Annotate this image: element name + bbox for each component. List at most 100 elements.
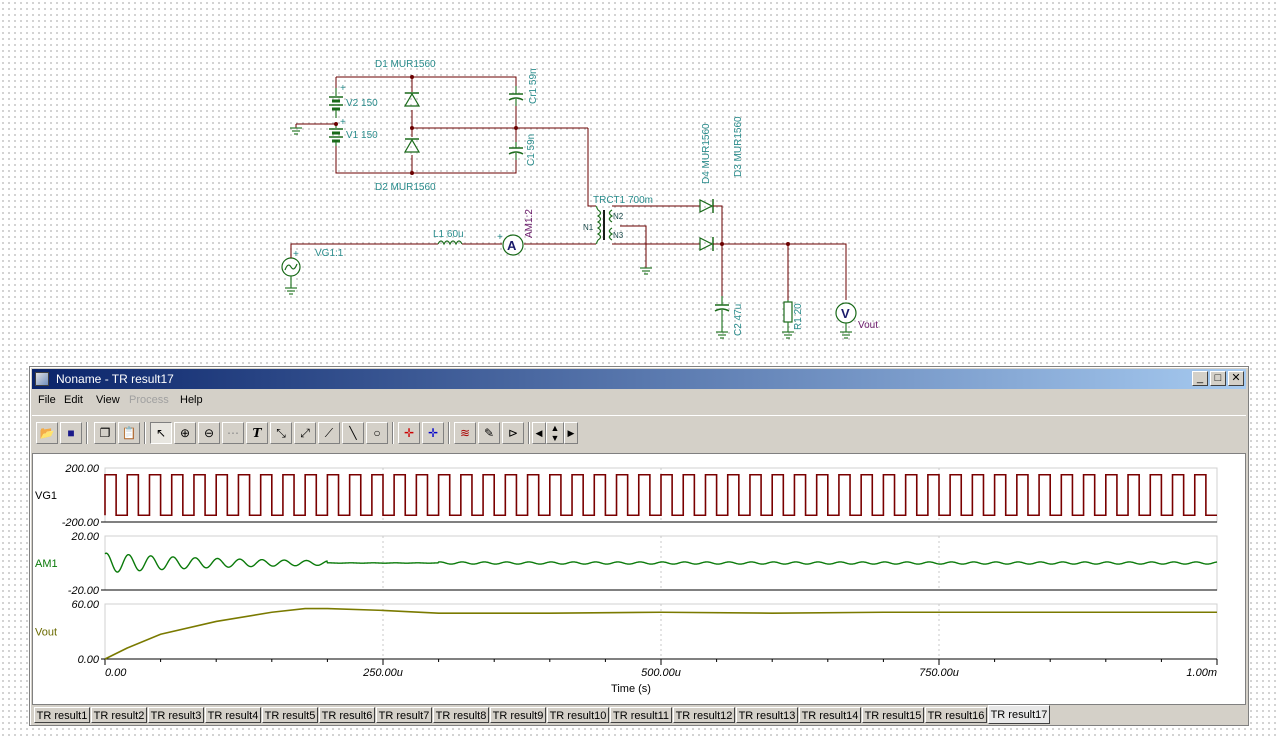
diode-d1: [403, 92, 421, 107]
paste-icon[interactable]: 📋: [118, 422, 140, 444]
v1-plus-label: +: [340, 117, 346, 128]
tab-tr-result-6[interactable]: TR result6: [319, 707, 375, 723]
menu-bar: File Edit View Process Help: [32, 391, 1246, 411]
maximize-button[interactable]: □: [1210, 371, 1226, 386]
save-icon[interactable]: ■: [60, 422, 82, 444]
x-tick-label: 1.00m: [1186, 667, 1217, 679]
cr1-label: Cr1 59n: [528, 68, 539, 104]
voltmeter-vout: V: [835, 302, 857, 339]
inductor-l1: [437, 240, 463, 246]
tab-tr-result-15[interactable]: TR result15: [862, 707, 924, 723]
close-button[interactable]: ✕: [1228, 371, 1244, 386]
x-tick-label: 250.00u: [362, 667, 403, 679]
d3-label: D3 MUR1560: [733, 116, 744, 177]
v1-label: V1 150: [346, 130, 378, 141]
ground-symbol-2: [640, 267, 652, 275]
marker-a-icon[interactable]: ✛: [398, 422, 420, 444]
tab-tr-result-13[interactable]: TR result13: [736, 707, 798, 723]
toolbar: 📂 ■ ❐ 📋 ↖ ⊕ ⊖ ⋯ T ⤡ ⤢ ⟋ ╲ ○ ✛ ✛ ≋ ✎ ⊳ ◀ …: [32, 415, 1246, 450]
y-tick-label: 60.00: [71, 599, 99, 611]
menu-edit[interactable]: Edit: [64, 394, 83, 406]
tab-tr-result-16[interactable]: TR result16: [925, 707, 987, 723]
n1-label: N1: [583, 223, 594, 232]
capacitor-cr1: [508, 86, 524, 106]
l1-label: L1 60u: [433, 229, 464, 240]
toolbar-separator: [86, 422, 88, 444]
x-tick-label: 0.00: [105, 667, 127, 679]
toolbar-separator: [448, 422, 450, 444]
signal-generator-vg1: [281, 257, 301, 295]
menu-view[interactable]: View: [96, 394, 120, 406]
series-line-vg1: [104, 473, 1217, 517]
cursor-c-icon[interactable]: ⟋: [318, 422, 340, 444]
toolbar-separator: [528, 422, 530, 444]
vg-plus-label: +: [293, 249, 299, 260]
diode-d4: [699, 199, 714, 213]
series-name-vg1: VG1: [35, 490, 57, 502]
cursor-b-icon[interactable]: ⤢: [294, 422, 316, 444]
tab-tr-result-14[interactable]: TR result14: [799, 707, 861, 723]
diode-d3: [699, 237, 714, 251]
tab-tr-result-2[interactable]: TR result2: [91, 707, 147, 723]
tab-tr-result-9[interactable]: TR result9: [490, 707, 546, 723]
tab-tr-result-1[interactable]: TR result1: [34, 707, 90, 723]
vout-label: Vout: [858, 320, 878, 331]
line-icon[interactable]: ╲: [342, 422, 364, 444]
r1-label: R1 20: [793, 303, 804, 330]
cursor-a-icon[interactable]: ⤡: [270, 422, 292, 444]
toolbar-separator: [144, 422, 146, 444]
copy-icon[interactable]: ❐: [94, 422, 116, 444]
probe-icon[interactable]: ✎: [478, 422, 500, 444]
x-tick-label: 500.00u: [641, 667, 681, 679]
circle-icon[interactable]: ○: [366, 422, 388, 444]
grid-icon[interactable]: ⋯: [222, 422, 244, 444]
open-icon[interactable]: 📂: [36, 422, 58, 444]
tab-tr-result-17[interactable]: TR result17: [988, 705, 1050, 724]
plot-area[interactable]: 0.00 250.00u 500.00u 750.00u 1.00m Time (s) 20…: [32, 453, 1246, 705]
tab-tr-result-12[interactable]: TR result12: [673, 707, 735, 723]
tr-result-window[interactable]: Noname - TR result17 _ □ ✕ File Edit Vie…: [29, 366, 1249, 726]
pointer-icon[interactable]: ↖: [150, 422, 172, 444]
transformer-trct1: [595, 205, 614, 245]
ground-symbol: [290, 127, 302, 135]
flag-icon[interactable]: ⊳: [502, 422, 524, 444]
marker-b-icon[interactable]: ✛: [422, 422, 444, 444]
am-plus-label: +: [497, 232, 503, 243]
svg-text:V: V: [841, 306, 850, 321]
x-tick-label: 750.00u: [919, 667, 959, 679]
text-icon[interactable]: T: [246, 422, 268, 444]
y-tick-label: 20.00: [70, 531, 99, 543]
menu-process[interactable]: Process: [129, 394, 169, 406]
tab-tr-result-7[interactable]: TR result7: [376, 707, 432, 723]
menu-help[interactable]: Help: [180, 394, 203, 406]
menu-file[interactable]: File: [38, 394, 56, 406]
tab-tr-result-4[interactable]: TR result4: [205, 707, 261, 723]
tab-tr-result-11[interactable]: TR result11: [610, 707, 672, 723]
title-bar[interactable]: Noname - TR result17 _ □ ✕: [32, 369, 1246, 389]
svg-text:A: A: [507, 238, 517, 253]
tab-tr-result-8[interactable]: TR result8: [433, 707, 489, 723]
scroll-right-icon[interactable]: ▶: [564, 422, 578, 444]
toolbar-separator: [392, 422, 394, 444]
capacitor-c2: [714, 296, 730, 339]
tab-tr-result-3[interactable]: TR result3: [148, 707, 204, 723]
scroll-left-icon[interactable]: ◀: [532, 422, 546, 444]
y-tick-label: 0.00: [78, 654, 100, 666]
scroll-vertical-icon[interactable]: ▲ ▼: [546, 422, 564, 444]
n3-label: N3: [613, 231, 624, 240]
tab-tr-result-10[interactable]: TR result10: [547, 707, 609, 723]
window-title: Noname - TR result17: [56, 372, 174, 386]
x-axis-label: Time (s): [611, 683, 651, 695]
circuit-schematic: + + V2 150 V1 150 D1 MUR1560 D2 MUR1560 …: [281, 59, 878, 339]
zoom-in-icon[interactable]: ⊕: [174, 422, 196, 444]
wave-icon[interactable]: ≋: [454, 422, 476, 444]
app-icon[interactable]: [35, 372, 49, 386]
series-line-vout: [104, 607, 1217, 660]
y-tick-label: -200.00: [62, 517, 100, 529]
c1-label: C1 59n: [526, 134, 537, 166]
minimize-button[interactable]: _: [1192, 371, 1208, 386]
zoom-out-icon[interactable]: ⊖: [198, 422, 220, 444]
tab-tr-result-5[interactable]: TR result5: [262, 707, 318, 723]
trct1-label: TRCT1 700m: [593, 195, 653, 206]
n2-label: N2: [613, 212, 624, 221]
